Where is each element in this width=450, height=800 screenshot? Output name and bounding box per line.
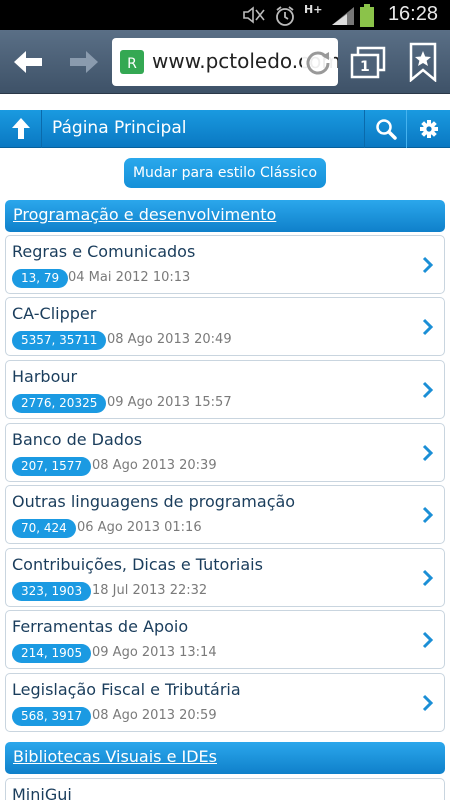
topic-post-count-badge: 70, 424 xyxy=(12,519,76,538)
forum-title[interactable]: Regras e Comunicados xyxy=(12,242,195,261)
forum-title[interactable]: Legislação Fiscal e Tributária xyxy=(12,680,241,699)
search-icon xyxy=(376,119,397,140)
topic-post-count-badge: 214, 1905 xyxy=(12,644,92,663)
topic-post-count-badge: 2776, 20325 xyxy=(12,394,107,413)
last-post-date: 06 Ago 2013 01:16 xyxy=(77,520,202,535)
forum-title[interactable]: Harbour xyxy=(12,367,77,386)
last-post-date: 09 Ago 2013 13:14 xyxy=(92,645,217,660)
tabs-button[interactable]: 1 xyxy=(350,46,386,80)
forum-item[interactable]: MiniGui xyxy=(5,778,445,800)
chevron-right-icon xyxy=(422,381,434,399)
forum-title[interactable]: Contribuições, Dicas e Tutoriais xyxy=(12,555,263,574)
chevron-right-icon xyxy=(422,318,434,336)
chevron-right-icon xyxy=(422,631,434,649)
forum-title[interactable]: Outras linguagens de programação xyxy=(12,492,295,511)
topic-post-count-badge: 5357, 35711 xyxy=(12,331,107,350)
chevron-right-icon xyxy=(422,256,434,274)
page-title: Página Principal xyxy=(52,118,187,138)
tab-count: 1 xyxy=(360,59,370,75)
chevron-right-icon xyxy=(422,506,434,524)
reload-icon xyxy=(306,51,330,75)
mute-icon xyxy=(243,6,265,24)
chevron-right-icon xyxy=(422,444,434,462)
forum-item[interactable]: CA-Clipper 5357, 35711 08 Ago 2013 20:49 xyxy=(5,297,445,356)
topic-post-count-badge: 13, 79 xyxy=(12,269,69,288)
forum-item[interactable]: Ferramentas de Apoio 214, 1905 09 Ago 20… xyxy=(5,610,445,669)
last-post-date: 09 Ago 2013 15:57 xyxy=(107,395,232,410)
gear-icon xyxy=(420,120,438,138)
forum-item[interactable]: Harbour 2776, 20325 09 Ago 2013 15:57 xyxy=(5,360,445,419)
section-title[interactable]: Programação e desenvolvimento xyxy=(13,205,276,224)
forum-title[interactable]: CA-Clipper xyxy=(12,304,96,323)
topic-post-count-badge: 323, 1903 xyxy=(12,582,92,601)
forum-item[interactable]: Contribuições, Dicas e Tutoriais 323, 19… xyxy=(5,548,445,607)
browser-toolbar: R www.pctoledo.com.br 1 xyxy=(0,30,450,94)
forum-item[interactable]: Banco de Dados 207, 1577 08 Ago 2013 20:… xyxy=(5,423,445,482)
last-post-date: 08 Ago 2013 20:49 xyxy=(107,332,232,347)
forum-item[interactable]: Outras linguagens de programação 70, 424… xyxy=(5,485,445,544)
section-title[interactable]: Bibliotecas Visuais e IDEs xyxy=(13,747,217,766)
forum-title[interactable]: MiniGui xyxy=(12,785,72,800)
last-post-date: 04 Mai 2012 10:13 xyxy=(68,270,191,285)
signal-icon xyxy=(332,7,354,25)
chevron-right-icon xyxy=(422,694,434,712)
forum-title[interactable]: Ferramentas de Apoio xyxy=(12,617,188,636)
status-bar: H+ 16:28 xyxy=(0,0,450,30)
forum-title[interactable]: Banco de Dados xyxy=(12,430,142,449)
section-header[interactable]: Bibliotecas Visuais e IDEs xyxy=(5,742,445,774)
last-post-date: 18 Jul 2013 22:32 xyxy=(92,583,208,598)
forward-arrow-icon[interactable] xyxy=(66,44,102,80)
battery-icon xyxy=(360,4,374,27)
favicon-icon: R xyxy=(120,50,144,74)
clock-time: 16:28 xyxy=(387,3,438,25)
settings-button[interactable] xyxy=(406,110,450,148)
last-post-date: 08 Ago 2013 20:59 xyxy=(92,708,217,723)
topic-post-count-badge: 568, 3917 xyxy=(12,707,92,726)
home-button[interactable] xyxy=(0,110,42,148)
alarm-icon xyxy=(276,6,294,26)
home-arrow-icon xyxy=(12,118,30,139)
network-hplus-icon: H+ xyxy=(304,3,323,16)
switch-style-button[interactable]: Mudar para estilo Clássico xyxy=(124,158,326,188)
section-header[interactable]: Programação e desenvolvimento xyxy=(5,200,445,232)
page-header: Página Principal xyxy=(0,110,450,148)
last-post-date: 08 Ago 2013 20:39 xyxy=(92,458,217,473)
back-arrow-icon[interactable] xyxy=(10,44,46,80)
forum-item[interactable]: Legislação Fiscal e Tributária 568, 3917… xyxy=(5,673,445,732)
svg-text:R: R xyxy=(127,56,137,72)
search-button[interactable] xyxy=(364,110,406,148)
forum-item[interactable]: Regras e Comunicados 13, 79 04 Mai 2012 … xyxy=(5,235,445,294)
reload-button[interactable] xyxy=(302,46,334,78)
bookmark-icon[interactable] xyxy=(407,42,439,82)
url-bar[interactable]: R www.pctoledo.com.br xyxy=(112,38,338,86)
chevron-right-icon xyxy=(422,569,434,587)
topic-post-count-badge: 207, 1577 xyxy=(12,457,92,476)
